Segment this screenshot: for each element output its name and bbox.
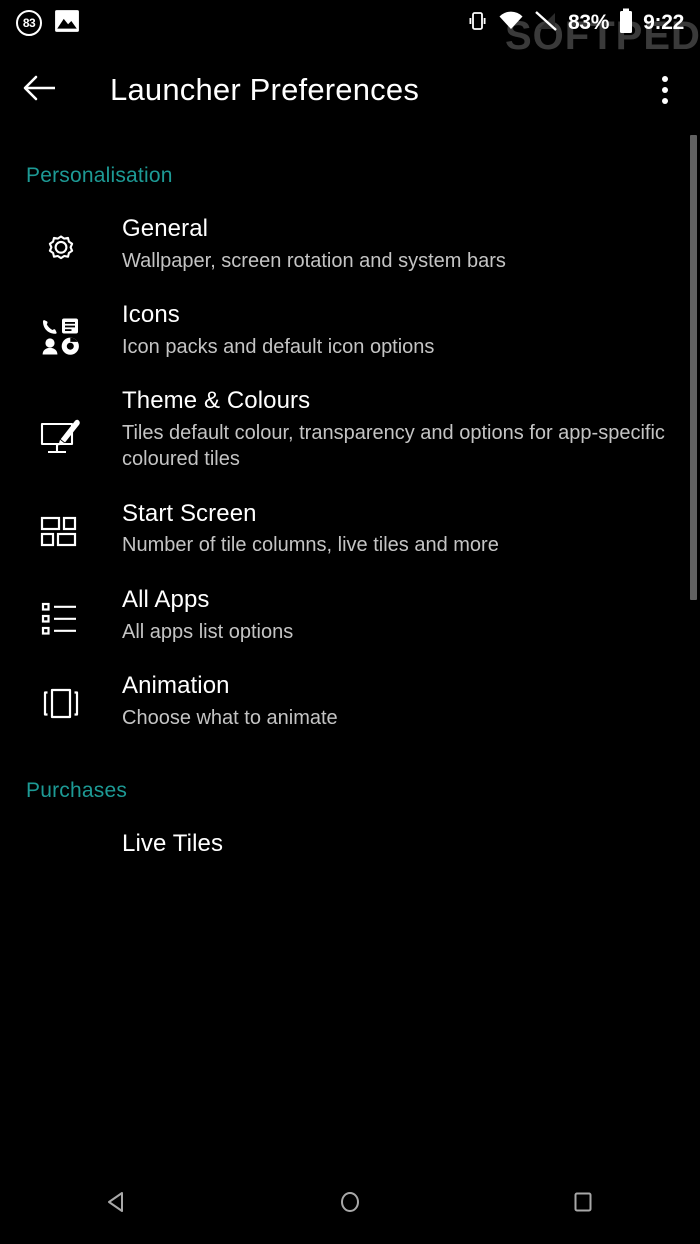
battery-percent-label: 83% [568, 11, 610, 34]
clock-label: 9:22 [643, 11, 684, 34]
vibrate-icon [465, 9, 489, 38]
phone-screen: 83 83% 9:22 SOFTPED Launcher Preferences… [0, 0, 700, 1244]
list-item-title: Live Tiles [122, 830, 224, 858]
list-item-title: All Apps [122, 585, 210, 613]
status-bar-right-icons: 83% 9:22 [465, 8, 684, 39]
back-triangle-icon[interactable] [57, 1160, 177, 1244]
list-item-subtitle: Number of tile columns, live tiles and m… [122, 534, 499, 557]
animation-slide-icon [0, 671, 122, 723]
tiles-layout-icon [0, 499, 122, 551]
list-item-text: All Apps All apps list options [122, 585, 670, 645]
image-icon [54, 9, 80, 38]
page-title: Launcher Preferences [110, 72, 420, 107]
section-header-personalisation: Personalisation [26, 164, 173, 187]
list-item-subtitle: Choose what to animate [122, 706, 338, 729]
home-circle-icon[interactable] [290, 1160, 410, 1244]
list-item-text: Start Screen Number of tile columns, liv… [122, 499, 670, 559]
list-item-subtitle: Wallpaper, screen rotation and system ba… [122, 249, 506, 272]
settings-scroll-view[interactable]: Personalisation General Wallpaper, scree… [0, 134, 700, 1084]
list-item-animation[interactable]: Animation Choose what to animate [0, 645, 700, 731]
status-bar-left-icons: 83 [16, 9, 80, 38]
list-item-title: General [122, 215, 209, 242]
list-icon [0, 585, 122, 639]
more-vertical-icon[interactable] [652, 68, 678, 112]
list-item-icon-placeholder [0, 829, 122, 843]
list-item-all-apps[interactable]: All Apps All apps list options [0, 559, 700, 645]
vertical-scrollbar[interactable] [690, 135, 697, 600]
list-item-text: Animation Choose what to animate [122, 671, 670, 731]
list-item-title: Icons [122, 301, 180, 329]
recents-square-icon[interactable] [523, 1160, 643, 1244]
list-item-subtitle: Icon packs and default icon options [122, 335, 435, 358]
arrow-left-icon[interactable] [22, 73, 58, 108]
list-item-live-tiles[interactable]: Live Tiles [0, 803, 700, 860]
list-item-text: Icons Icon packs and default icon option… [122, 300, 670, 360]
battery-icon [618, 8, 634, 39]
list-item-start-screen[interactable]: Start Screen Number of tile columns, liv… [0, 473, 700, 559]
gear-icon [0, 214, 122, 270]
wifi-icon [498, 10, 524, 37]
list-item-text: Theme & Colours Tiles default colour, tr… [122, 386, 670, 473]
list-item-theme-colours[interactable]: Theme & Colours Tiles default colour, tr… [0, 360, 700, 473]
list-item-title: Animation [122, 671, 230, 699]
list-item-general[interactable]: General Wallpaper, screen rotation and s… [0, 188, 700, 274]
signal-off-icon [533, 9, 559, 38]
section-header-purchases: Purchases [26, 779, 128, 803]
app-bar: Launcher Preferences [0, 46, 700, 134]
list-item-title: Start Screen [122, 499, 257, 527]
counter-badge-icon: 83 [16, 10, 42, 36]
list-item-text: General Wallpaper, screen rotation and s… [122, 214, 670, 274]
monitor-paintbrush-icon [0, 386, 122, 460]
android-navigation-bar [0, 1160, 700, 1244]
list-item-subtitle: All apps list options [122, 620, 294, 643]
status-bar: 83 83% 9:22 [0, 0, 700, 46]
list-item-icons[interactable]: Icons Icon packs and default icon option… [0, 274, 700, 360]
list-item-title: Theme & Colours [122, 387, 311, 415]
app-icons-grid-icon [0, 300, 122, 358]
list-item-text: Live Tiles [122, 829, 670, 860]
list-item-subtitle: Tiles default colour, transparency and o… [122, 421, 665, 471]
